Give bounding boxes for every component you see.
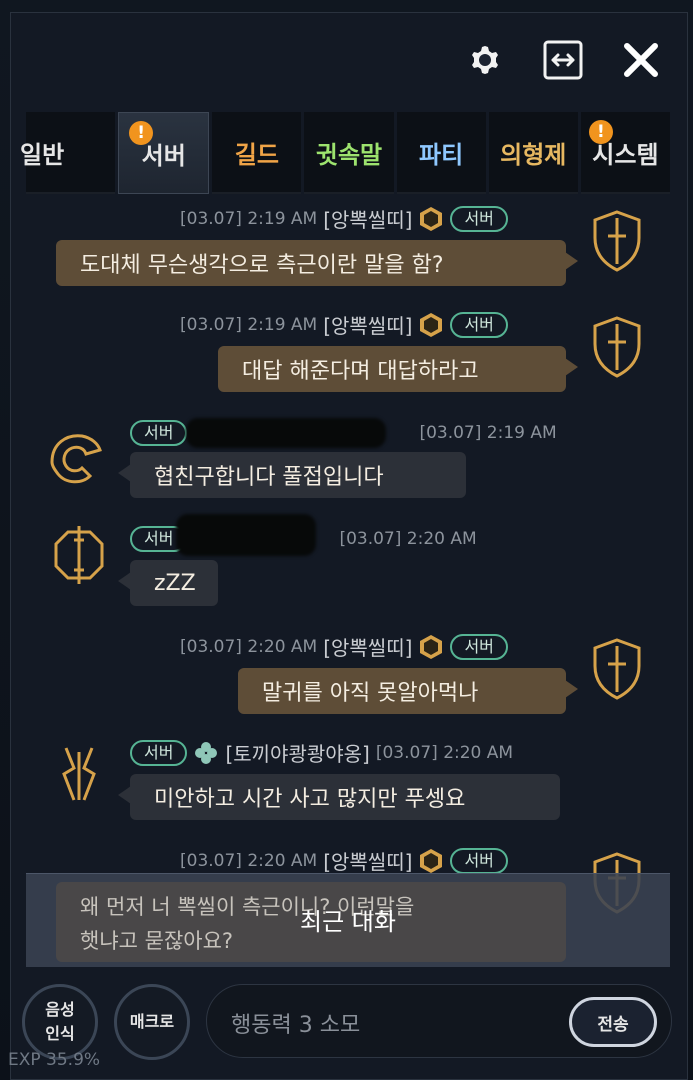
tab-label: 귓속말: [315, 140, 383, 169]
guild-emblem-icon: [420, 634, 443, 659]
message-header: [03.07] 2:20 AM [앙뽁씰띠] 서버: [180, 846, 508, 875]
sender-name[interactable]: [앙뽁씰띠]: [323, 632, 412, 661]
message-bubble[interactable]: zZZ: [118, 560, 218, 606]
tab-general[interactable]: 일반: [20, 112, 116, 194]
chat-input-bar: 음성 인식 매크로 행동력 3 소모 전송: [0, 970, 693, 1080]
channel-pill: 서버: [130, 420, 188, 446]
close-icon: [624, 43, 658, 77]
channel-tabs: 일반 ! 서버 길드 귓속말 파티 의형제 ! 시스템: [20, 112, 670, 194]
message-bubble[interactable]: 미안하고 시간 사고 많지만 푸셍요: [118, 774, 560, 820]
tab-brotherhood[interactable]: 의형제: [488, 112, 578, 194]
guild-emblem-icon: [420, 848, 443, 873]
recent-conversation-panel[interactable]: 왜 먼저 너 뽁씰이 측근이니? 이런말을 햇냐고 묻잖아요? 최근 대화: [26, 873, 670, 967]
macro-label: 매크로: [129, 1012, 175, 1031]
sender-name[interactable]: [앙뽁씰띠]: [323, 310, 412, 339]
guild-emblem-icon: [420, 206, 443, 231]
exp-status: EXP 35.9%: [8, 1050, 101, 1070]
send-button[interactable]: 전송: [569, 997, 657, 1047]
message-list[interactable]: [03.07] 2:19 AM [앙뽁씰띠] 서버 도대체 무슨생각으로 측근이…: [26, 196, 670, 966]
channel-pill: 서버: [450, 311, 508, 338]
tab-whisper[interactable]: 귓속말: [304, 112, 394, 194]
message-header: [03.07] 2:19 AM [앙뽁씰띠] 서버: [180, 310, 508, 339]
settings-button[interactable]: [463, 38, 507, 82]
channel-pill: 서버: [450, 847, 508, 874]
close-button[interactable]: [619, 38, 663, 82]
message-bubble[interactable]: 협친구합니다 풀접입니다: [118, 452, 466, 498]
timestamp: [03.07] 2:20 AM: [180, 850, 318, 871]
message-bubble[interactable]: 도대체 무슨생각으로 측근이란 말을 함?: [56, 240, 578, 286]
lightning-avatar-icon[interactable]: [46, 742, 112, 808]
resize-button[interactable]: [541, 38, 585, 82]
tab-party[interactable]: 파티: [396, 112, 486, 194]
alert-badge-icon: !: [129, 121, 154, 145]
guild-emblem-icon: [420, 312, 443, 337]
timestamp: [03.07] 2:20 AM: [339, 529, 477, 549]
sender-name[interactable]: [토끼야쾅쾅야옹]: [225, 738, 369, 767]
octagon-avatar-icon[interactable]: [46, 522, 112, 588]
redaction-mark: [186, 418, 386, 448]
tab-label: 일반: [20, 140, 65, 169]
message-bubble[interactable]: 말귀를 아직 못알아먹나: [238, 668, 578, 714]
expand-icon: [543, 40, 583, 80]
tab-system[interactable]: ! 시스템: [580, 112, 670, 194]
sender-name[interactable]: [앙뽁씰띠]: [323, 846, 412, 875]
tab-label: 길드: [234, 140, 279, 169]
gear-icon: [472, 46, 498, 74]
shield-avatar-icon[interactable]: [584, 636, 650, 702]
message-header: 서버 [토끼야쾅쾅야옹] [03.07] 2:20 AM: [130, 738, 513, 767]
recent-conversation-label: 최근 대화: [300, 908, 396, 936]
sender-name[interactable]: [앙뽁씰띠]: [323, 204, 412, 233]
alert-badge-icon: !: [588, 120, 613, 144]
chat-input-value: 행동력 3 소모: [231, 1013, 361, 1038]
macro-button[interactable]: 매크로: [114, 984, 190, 1060]
clover-emblem-icon: [195, 741, 218, 764]
channel-pill: 서버: [130, 739, 188, 766]
send-label: 전송: [597, 1014, 629, 1035]
message-bubble[interactable]: 대답 해준다며 대답하라고: [218, 346, 578, 392]
horn-avatar-icon[interactable]: [42, 422, 108, 488]
tab-server[interactable]: ! 서버: [118, 112, 210, 194]
message-header: [03.07] 2:20 AM [앙뽁씰띠] 서버: [180, 632, 508, 661]
timestamp: [03.07] 2:20 AM: [180, 636, 318, 657]
chat-input[interactable]: 행동력 3 소모 전송: [206, 984, 672, 1058]
shield-avatar-icon[interactable]: [584, 314, 650, 380]
timestamp: [03.07] 2:20 AM: [375, 742, 514, 763]
tab-label: 파티: [419, 140, 464, 169]
message-header: [03.07] 2:19 AM [앙뽁씰띠] 서버: [180, 204, 508, 233]
timestamp: [03.07] 2:19 AM: [180, 208, 318, 229]
tab-guild[interactable]: 길드: [212, 112, 302, 194]
window-controls: [463, 38, 663, 82]
voice-input-label: 음성 인식: [45, 1000, 75, 1043]
timestamp: [03.07] 2:19 AM: [180, 314, 318, 335]
channel-pill: 서버: [450, 633, 508, 660]
timestamp: [03.07] 2:19 AM: [419, 423, 557, 443]
tab-label: 의형제: [500, 140, 567, 169]
redaction-mark: [176, 514, 316, 556]
voice-input-button[interactable]: 음성 인식: [22, 984, 98, 1060]
shield-avatar-icon[interactable]: [584, 208, 650, 274]
channel-pill: 서버: [450, 205, 508, 232]
